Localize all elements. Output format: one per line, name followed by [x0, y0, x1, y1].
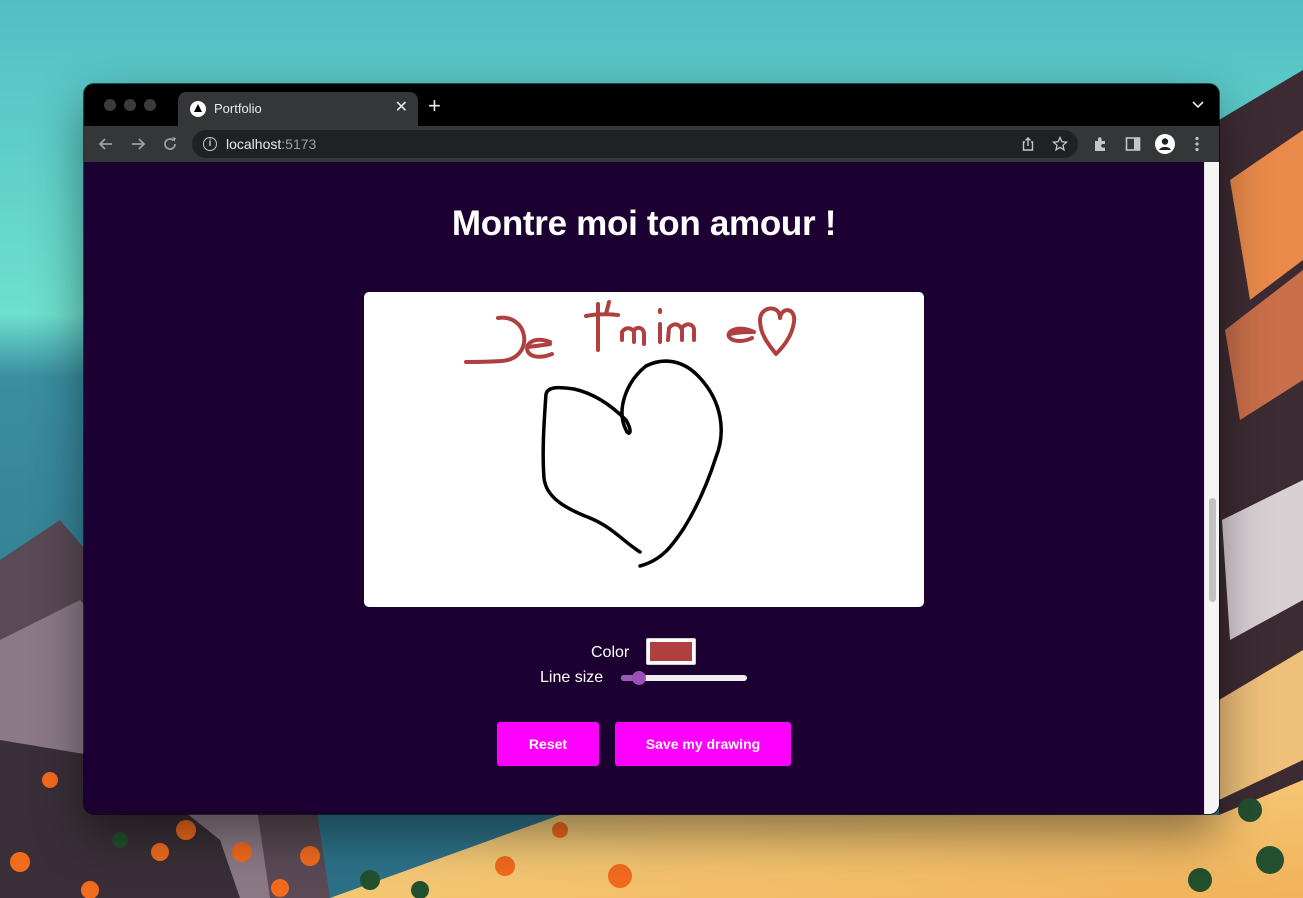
more-options-icon[interactable]	[1188, 135, 1206, 153]
reload-icon[interactable]	[160, 134, 180, 154]
side-panel-icon[interactable]	[1124, 135, 1142, 153]
line-size-label: Line size	[540, 669, 604, 686]
new-tab-button[interactable]: +	[428, 95, 441, 117]
url-text[interactable]: localhost:5173	[226, 136, 316, 152]
url-port: :5173	[281, 136, 317, 152]
profile-avatar-icon[interactable]	[1155, 134, 1175, 154]
browser-window: Portfolio ✕ + i localhost:5173 Montre mo…	[84, 84, 1219, 814]
favicon-icon	[190, 101, 206, 117]
color-label: Color	[591, 644, 630, 661]
scrollbar-thumb[interactable]	[1209, 498, 1216, 602]
extensions-icon[interactable]	[1092, 135, 1110, 153]
page-title: Montre moi ton amour !	[451, 204, 837, 243]
line-size-slider[interactable]	[621, 671, 747, 685]
page-scrollbar[interactable]	[1204, 162, 1219, 814]
back-icon[interactable]	[96, 134, 116, 154]
heart-drawing-stroke	[541, 359, 723, 568]
window-close-button[interactable]	[104, 99, 116, 111]
save-drawing-button[interactable]: Save my drawing	[615, 722, 791, 766]
url-host: localhost	[226, 136, 282, 152]
drawing-canvas[interactable]	[364, 292, 924, 607]
window-maximize-button[interactable]	[144, 99, 156, 111]
address-bar[interactable]: i localhost:5173	[192, 130, 1078, 158]
color-picker-value	[650, 642, 692, 661]
tab-close-icon[interactable]: ✕	[395, 98, 408, 118]
chevron-down-icon[interactable]	[1191, 98, 1205, 112]
tab-portfolio[interactable]: Portfolio ✕	[178, 92, 418, 126]
drawing-strokes	[464, 300, 797, 568]
color-picker[interactable]	[646, 638, 696, 665]
reset-button[interactable]: Reset	[497, 722, 599, 766]
site-info-icon[interactable]: i	[203, 137, 217, 151]
line-size-slider-thumb[interactable]	[632, 671, 646, 685]
bookmark-star-icon[interactable]	[1052, 136, 1068, 152]
forward-icon[interactable]	[128, 134, 148, 154]
share-icon[interactable]	[1020, 136, 1036, 152]
browser-toolbar: i localhost:5173	[84, 126, 1219, 162]
tab-strip: Portfolio ✕ +	[84, 84, 1219, 126]
handwritten-text-strokes	[464, 300, 797, 364]
page-content: Montre moi ton amour ! Color Line size R…	[84, 162, 1204, 814]
window-minimize-button[interactable]	[124, 99, 136, 111]
tab-title: Portfolio	[214, 101, 262, 116]
